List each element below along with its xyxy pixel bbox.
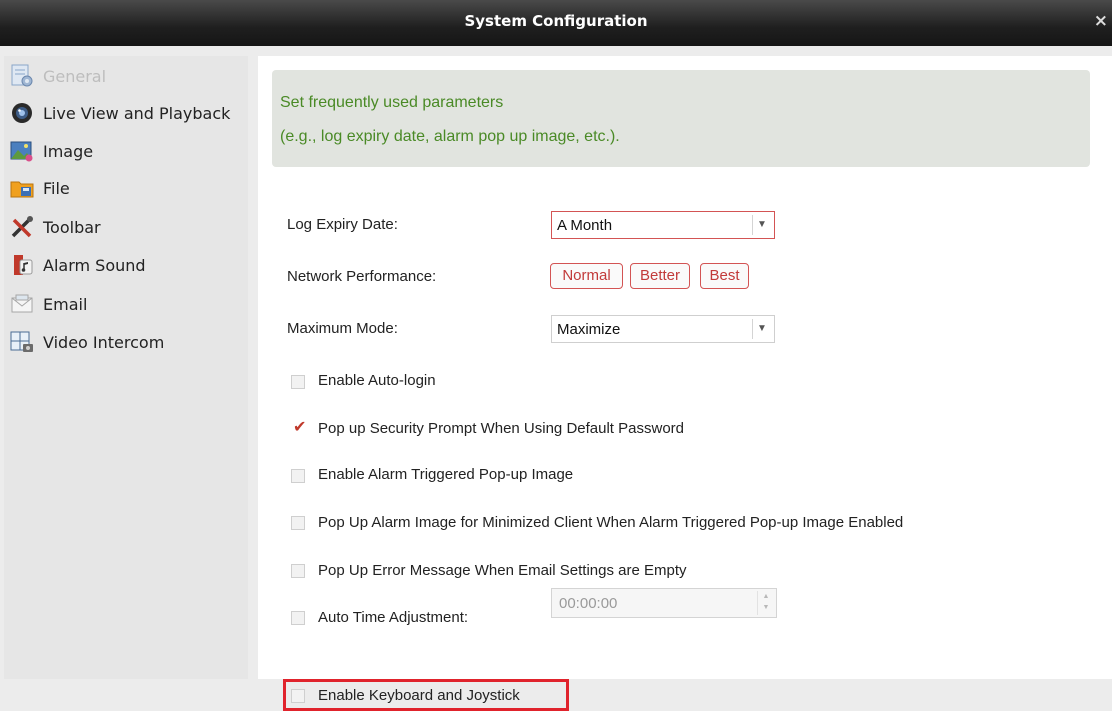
time-spinner[interactable]: ▲ ▼ bbox=[757, 591, 774, 615]
minimized-alarm-image-checkbox[interactable] bbox=[291, 516, 305, 530]
sidebar-item-live-view-and-playback[interactable]: Live View and Playback bbox=[10, 95, 230, 131]
checkmark-icon: ✔ bbox=[293, 417, 307, 436]
title-bar: System Configuration × bbox=[0, 0, 1112, 46]
maximum-mode-select[interactable]: Maximize ▼ bbox=[551, 315, 775, 343]
network-better-button[interactable]: Better bbox=[630, 263, 690, 289]
video-intercom-icon bbox=[10, 330, 34, 354]
checkbox-label: Enable Auto-login bbox=[318, 372, 436, 389]
file-folder-icon bbox=[10, 176, 34, 200]
sidebar-item-email[interactable]: Email bbox=[10, 286, 87, 322]
log-expiry-select[interactable]: A Month ▼ bbox=[551, 211, 775, 239]
sidebar-item-label: Video Intercom bbox=[43, 332, 165, 352]
checkbox-label: Pop Up Alarm Image for Minimized Client … bbox=[318, 514, 904, 531]
sidebar: General Live View and Playback Image Fil… bbox=[4, 56, 248, 679]
alarm-popup-image-checkbox[interactable] bbox=[291, 469, 305, 483]
chevron-down-icon: ▼ bbox=[752, 215, 771, 235]
close-icon[interactable]: × bbox=[1094, 0, 1108, 42]
settings-panel: Set frequently used parameters (e.g., lo… bbox=[258, 56, 1112, 711]
maximum-mode-label: Maximum Mode: bbox=[287, 320, 398, 337]
security-prompt-checkbox[interactable]: ✔ bbox=[291, 417, 306, 436]
sidebar-item-file[interactable]: File bbox=[10, 170, 70, 206]
maximum-mode-value: Maximize bbox=[557, 321, 621, 338]
image-icon bbox=[10, 139, 34, 163]
network-performance-label: Network Performance: bbox=[287, 268, 437, 285]
email-error-message-checkbox[interactable] bbox=[291, 564, 305, 578]
log-expiry-value: A Month bbox=[557, 217, 613, 234]
checkbox-label: Enable Alarm Triggered Pop-up Image bbox=[318, 466, 574, 483]
window-title: System Configuration bbox=[464, 12, 648, 30]
auto-time-adjustment-checkbox[interactable] bbox=[291, 611, 305, 625]
checkbox-label: Pop up Security Prompt When Using Defaul… bbox=[318, 420, 684, 437]
banner-line-2: (e.g., log expiry date, alarm pop up ima… bbox=[280, 128, 620, 145]
checkbox-label: Pop Up Error Message When Email Settings… bbox=[318, 562, 687, 579]
enable-auto-login-checkbox[interactable] bbox=[291, 375, 305, 389]
sidebar-item-general[interactable]: General bbox=[10, 58, 106, 94]
banner-line-1: Set frequently used parameters bbox=[280, 94, 504, 111]
tools-icon bbox=[10, 215, 34, 239]
sidebar-item-label: Email bbox=[43, 294, 88, 314]
network-best-button[interactable]: Best bbox=[700, 263, 749, 289]
camera-lens-icon bbox=[10, 101, 34, 125]
sidebar-item-label: Toolbar bbox=[43, 217, 101, 237]
alarm-sound-icon bbox=[10, 253, 34, 277]
sidebar-item-video-intercom[interactable]: Video Intercom bbox=[10, 324, 164, 360]
description-banner: Set frequently used parameters (e.g., lo… bbox=[272, 70, 1090, 167]
sidebar-item-label: Image bbox=[43, 141, 94, 161]
sidebar-item-label: Live View and Playback bbox=[43, 103, 231, 123]
email-icon bbox=[10, 292, 34, 316]
sidebar-item-label: General bbox=[43, 66, 107, 86]
sidebar-item-label: Alarm Sound bbox=[43, 255, 146, 275]
auto-time-value: 00:00:00 bbox=[559, 595, 618, 612]
sidebar-item-toolbar[interactable]: Toolbar bbox=[10, 209, 101, 245]
highlight-box bbox=[283, 679, 569, 711]
sidebar-item-label: File bbox=[43, 178, 70, 198]
auto-time-input[interactable]: 00:00:00 ▲ ▼ bbox=[551, 588, 777, 618]
general-settings-icon bbox=[10, 64, 34, 88]
log-expiry-label: Log Expiry Date: bbox=[287, 216, 398, 233]
sidebar-item-image[interactable]: Image bbox=[10, 133, 93, 169]
network-normal-button[interactable]: Normal bbox=[550, 263, 623, 289]
chevron-down-icon: ▼ bbox=[752, 319, 771, 339]
checkbox-label: Auto Time Adjustment: bbox=[318, 609, 469, 626]
sidebar-item-alarm-sound[interactable]: Alarm Sound bbox=[10, 247, 146, 283]
